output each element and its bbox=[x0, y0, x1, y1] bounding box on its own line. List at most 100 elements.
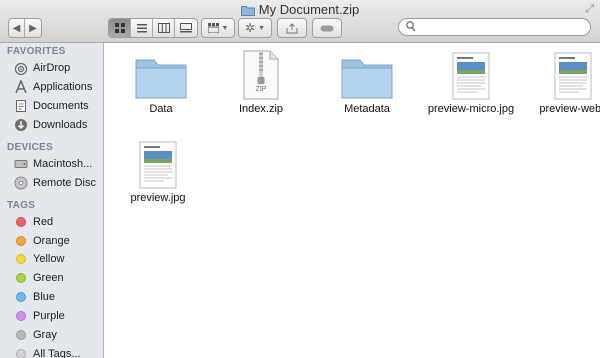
all-tags-icon bbox=[16, 349, 26, 358]
back-button[interactable]: ◀ bbox=[9, 19, 25, 37]
view-mode-buttons bbox=[108, 18, 198, 38]
file-item[interactable]: preview-micro.jpg bbox=[426, 48, 516, 115]
sidebar: FAVORITES AirDrop Applications Documents… bbox=[0, 43, 104, 358]
sidebar-item-tag-gray[interactable]: Gray bbox=[14, 326, 57, 344]
tags-button-group bbox=[312, 18, 342, 38]
list-view-button[interactable] bbox=[131, 19, 153, 37]
cover-flow-view-button[interactable] bbox=[175, 19, 197, 37]
file-item[interactable]: preview.jpg bbox=[113, 137, 203, 204]
sidebar-item-tag-purple[interactable]: Purple bbox=[14, 307, 65, 325]
sidebar-item-label: Applications bbox=[33, 81, 93, 93]
sidebar-item-label: Macintosh... bbox=[33, 158, 93, 170]
downloads-icon bbox=[14, 118, 28, 132]
file-item[interactable]: ZIP Index.zip bbox=[216, 48, 306, 115]
sidebar-item-remote-disc[interactable]: Remote Disc bbox=[14, 174, 96, 192]
airdrop-icon bbox=[14, 61, 28, 75]
navigation-buttons: ◀ ▶ bbox=[8, 18, 42, 38]
sidebar-item-label: All Tags... bbox=[33, 348, 81, 358]
file-name: preview-micro.jpg bbox=[427, 103, 515, 115]
gray-tag-icon bbox=[16, 330, 26, 340]
action-button-group: ✲ ▼ bbox=[238, 18, 272, 38]
file-item[interactable]: preview-web.j bbox=[528, 48, 600, 115]
sidebar-item-tag-red[interactable]: Red bbox=[14, 213, 53, 231]
orange-tag-icon bbox=[16, 236, 26, 246]
share-icon bbox=[286, 22, 298, 33]
green-tag-icon bbox=[16, 273, 26, 283]
edit-tags-button[interactable] bbox=[313, 19, 341, 37]
sidebar-item-label: Documents bbox=[33, 100, 89, 112]
sidebar-item-label: AirDrop bbox=[33, 62, 71, 74]
forward-arrow-icon: ▶ bbox=[29, 22, 37, 34]
file-name: preview.jpg bbox=[130, 192, 186, 204]
sidebar-item-applications[interactable]: Applications bbox=[14, 78, 92, 96]
cover-flow-icon bbox=[180, 23, 192, 33]
fullscreen-icon[interactable]: ⤢ bbox=[585, 3, 594, 16]
sidebar-item-tag-green[interactable]: Green bbox=[14, 269, 64, 287]
column-view-button[interactable] bbox=[153, 19, 175, 37]
tags-header: TAGS bbox=[7, 200, 36, 211]
grid-icon bbox=[114, 23, 125, 33]
chevron-down-icon: ▼ bbox=[221, 24, 229, 32]
search-icon bbox=[406, 21, 416, 32]
purple-tag-icon bbox=[16, 311, 26, 321]
sidebar-item-label: Purple bbox=[33, 310, 65, 322]
sidebar-item-label: Gray bbox=[33, 329, 57, 341]
sidebar-item-label: Remote Disc bbox=[33, 177, 96, 189]
sidebar-item-tag-blue[interactable]: Blue bbox=[14, 288, 55, 306]
file-name: Index.zip bbox=[238, 103, 284, 115]
blue-tag-icon bbox=[16, 292, 26, 302]
gear-icon: ✲ bbox=[245, 21, 256, 35]
arrange-button-group: ▼ bbox=[201, 18, 235, 38]
devices-header: DEVICES bbox=[7, 142, 54, 153]
zip-badge: ZIP bbox=[255, 86, 267, 93]
sidebar-item-label: Green bbox=[33, 272, 64, 284]
sidebar-item-label: Orange bbox=[33, 235, 70, 247]
remote-disc-icon bbox=[14, 176, 28, 190]
favorites-header: FAVORITES bbox=[7, 46, 66, 57]
hard-drive-icon bbox=[14, 157, 28, 171]
file-item[interactable]: Data bbox=[116, 48, 206, 115]
file-browser: Data ZIP Index.zip Metadata preview-micr… bbox=[104, 43, 600, 358]
sidebar-item-all-tags[interactable]: All Tags... bbox=[14, 345, 81, 358]
columns-icon bbox=[157, 23, 170, 33]
chevron-down-icon: ▼ bbox=[258, 24, 265, 32]
file-name: preview-web.j bbox=[539, 103, 600, 115]
sidebar-item-airdrop[interactable]: AirDrop bbox=[14, 59, 70, 77]
window-title: My Document.zip bbox=[258, 2, 360, 17]
folder-icon bbox=[135, 59, 187, 99]
forward-button[interactable]: ▶ bbox=[25, 19, 41, 37]
sidebar-item-label: Blue bbox=[33, 291, 56, 303]
action-button[interactable]: ✲ ▼ bbox=[239, 19, 271, 37]
sidebar-item-label: Downloads bbox=[33, 119, 88, 131]
search-field[interactable] bbox=[398, 18, 591, 36]
yellow-tag-icon bbox=[16, 254, 26, 264]
folder-icon bbox=[341, 59, 393, 99]
file-item[interactable]: Metadata bbox=[322, 48, 412, 115]
red-tag-icon bbox=[16, 217, 26, 227]
sidebar-item-tag-orange[interactable]: Orange bbox=[14, 232, 70, 250]
sidebar-item-downloads[interactable]: Downloads bbox=[14, 116, 87, 134]
file-name: Data bbox=[149, 103, 173, 115]
sidebar-item-tag-yellow[interactable]: Yellow bbox=[14, 250, 64, 268]
list-icon bbox=[136, 24, 147, 33]
tag-icon bbox=[320, 25, 334, 31]
toolbar: My Document.zip ⤢ ◀ ▶ ▼ ✲ ▼ bbox=[0, 0, 600, 43]
sidebar-item-label: Red bbox=[33, 216, 54, 228]
arrange-icon bbox=[207, 23, 219, 33]
finder-window: My Document.zip ⤢ ◀ ▶ ▼ ✲ ▼ FAVORITES Ai… bbox=[0, 0, 600, 358]
share-button[interactable] bbox=[278, 19, 306, 37]
image-file-icon bbox=[452, 52, 490, 100]
share-button-group bbox=[277, 18, 307, 38]
file-name: Metadata bbox=[344, 103, 390, 115]
documents-icon bbox=[14, 99, 28, 113]
sidebar-item-documents[interactable]: Documents bbox=[14, 97, 89, 115]
icon-view-button[interactable] bbox=[109, 19, 131, 37]
applications-icon bbox=[14, 80, 28, 94]
image-file-icon bbox=[139, 141, 177, 189]
arrange-button[interactable]: ▼ bbox=[202, 19, 234, 37]
image-file-icon bbox=[554, 52, 592, 100]
sidebar-item-macintosh[interactable]: Macintosh... bbox=[14, 155, 92, 173]
search-input[interactable] bbox=[419, 20, 588, 36]
sidebar-item-label: Yellow bbox=[33, 253, 65, 265]
back-arrow-icon: ◀ bbox=[12, 22, 21, 34]
